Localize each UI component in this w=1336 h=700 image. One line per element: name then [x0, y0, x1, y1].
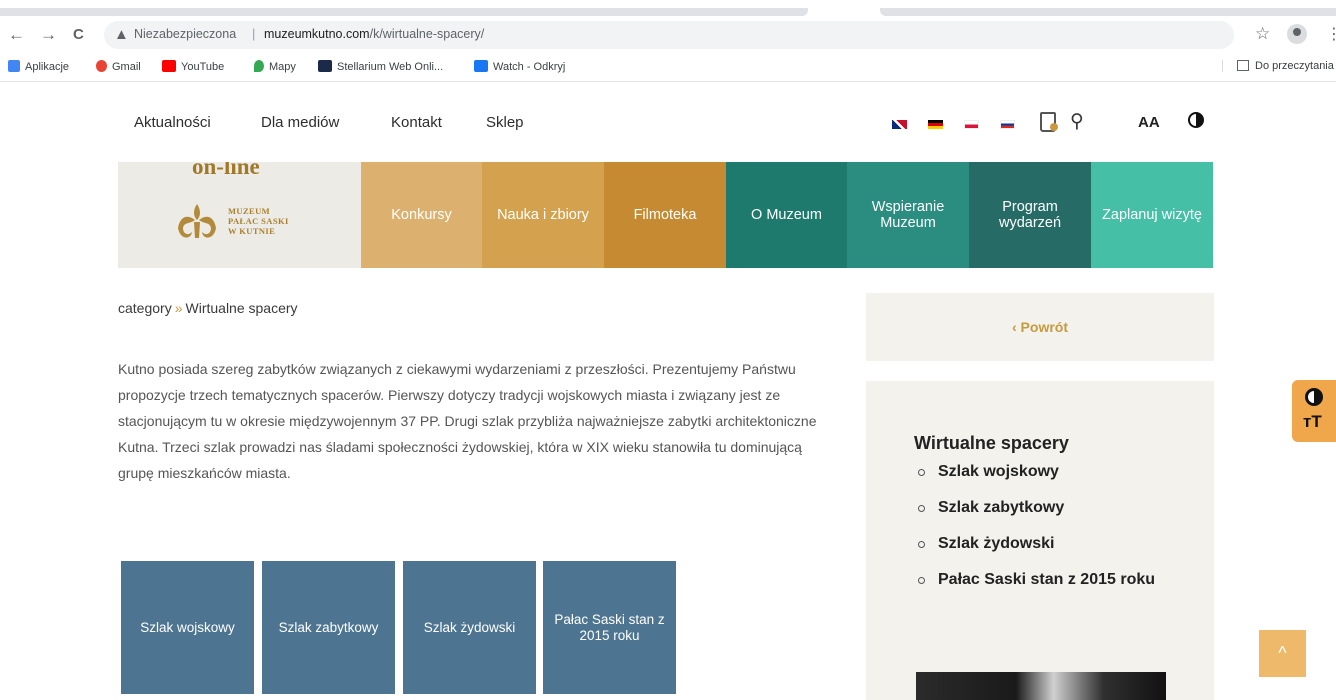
bookmark-youtube[interactable]: YouTube	[162, 60, 224, 73]
back-link[interactable]: ‹ Powrót	[1012, 319, 1068, 335]
reading-list[interactable]: Do przeczytania	[1222, 60, 1334, 72]
breadcrumb-separator: »	[174, 300, 183, 316]
bookmark-gmail[interactable]: Gmail	[96, 60, 141, 73]
url-separator: |	[252, 26, 256, 41]
back-link-box: ‹ Powrót	[866, 293, 1214, 361]
menu-filmoteka[interactable]: Filmoteka	[604, 162, 726, 268]
browser-toolbar: ← → C ▲ Niezabezpieczona | muzeumkutno.c…	[0, 16, 1336, 54]
bookmark-star-icon[interactable]: ☆	[1255, 24, 1270, 44]
facebook-icon	[474, 60, 488, 72]
sidebar-item-szlak-wojskowy[interactable]: Szlak wojskowy	[914, 461, 1174, 483]
profile-icon[interactable]	[1287, 24, 1307, 44]
forward-icon[interactable]: →	[40, 25, 57, 45]
nav-link-sklep[interactable]: Sklep	[486, 114, 524, 131]
sidebar-item-palac-saski[interactable]: Pałac Saski stan z 2015 roku	[914, 569, 1174, 591]
shopping-bag-icon[interactable]	[1040, 112, 1058, 132]
nav-link-kontakt[interactable]: Kontakt	[391, 114, 442, 131]
logo-online-text: on-line	[192, 162, 260, 179]
menu-zaplanuj-wizyte[interactable]: Zaplanuj wizytę	[1091, 162, 1213, 268]
site-logo[interactable]: on-line MUZEUM PAŁAC SASKI W KUTNIE	[118, 162, 361, 268]
browser-tab[interactable]	[880, 8, 1336, 16]
logo-emblem-icon	[178, 204, 216, 238]
bookmark-apps[interactable]: Aplikacje	[8, 60, 69, 73]
intro-paragraph: Kutno posiada szereg zabytków związanych…	[118, 361, 817, 481]
search-icon[interactable]: ⚲	[1070, 110, 1084, 133]
browser-menu-icon[interactable]: ⋮	[1326, 24, 1336, 44]
tab-strip	[0, 0, 1336, 16]
accessibility-widget: тT	[1292, 380, 1336, 442]
breadcrumb-root[interactable]: category	[118, 300, 172, 316]
url-host: muzeumkutno.com	[264, 27, 370, 41]
breadcrumb-current: Wirtualne spacery	[185, 300, 298, 316]
scroll-to-top-button[interactable]: ^	[1259, 630, 1306, 677]
reading-list-icon	[1237, 60, 1249, 71]
sidebar-list: Szlak wojskowy Szlak zabytkowy Szlak żyd…	[914, 461, 1174, 605]
menu-konkursy[interactable]: Konkursy	[361, 162, 482, 268]
bookmark-maps[interactable]: Mapy	[254, 60, 296, 73]
tile-szlak-zydowski[interactable]: Szlak żydowski	[403, 561, 536, 694]
sidebar-menu: Wirtualne spacery Szlak wojskowy Szlak z…	[866, 381, 1214, 700]
bookmark-watch[interactable]: Watch - Odkryj	[474, 60, 565, 73]
logo-text: MUZEUM PAŁAC SASKI W KUTNIE	[228, 206, 289, 236]
tile-palac-saski-2015[interactable]: Pałac Saski stan z 2015 roku	[543, 561, 676, 694]
nav-link-dla-mediow[interactable]: Dla mediów	[261, 114, 339, 131]
contrast-icon[interactable]	[1188, 112, 1204, 128]
tile-szlak-zabytkowy[interactable]: Szlak zabytkowy	[262, 561, 395, 694]
reload-icon[interactable]: C	[73, 25, 84, 45]
text-resize-icon[interactable]: тT	[1303, 412, 1322, 432]
browser-tab[interactable]	[0, 8, 808, 16]
stellarium-icon	[318, 60, 332, 72]
address-bar[interactable]: ▲ Niezabezpieczona | muzeumkutno.com/k/w…	[104, 21, 1234, 49]
maps-pin-icon	[254, 60, 264, 72]
bookmarks-bar: Aplikacje Gmail YouTube Mapy Stellarium …	[0, 54, 1336, 82]
security-label[interactable]: Niezabezpieczona	[134, 27, 236, 41]
warning-triangle-icon[interactable]: ▲	[114, 26, 129, 43]
url-text[interactable]: muzeumkutno.com/k/wirtualne-spacery/	[264, 27, 484, 41]
site-top-nav: Aktualności Dla mediów Kontakt Sklep ⚲ A…	[0, 82, 1336, 162]
sidebar-item-szlak-zydowski[interactable]: Szlak żydowski	[914, 533, 1174, 555]
sidebar-photo[interactable]	[916, 672, 1166, 700]
url-path: /k/wirtualne-spacery/	[369, 27, 485, 41]
bookmark-stellarium[interactable]: Stellarium Web Onli...	[318, 60, 443, 73]
menu-o-muzeum[interactable]: O Muzeum	[726, 162, 847, 268]
menu-program-wydarzen[interactable]: Program wydarzeń	[969, 162, 1091, 268]
de-flag-icon[interactable]	[928, 120, 943, 129]
menu-nauka-i-zbiory[interactable]: Nauka i zbiory	[482, 162, 604, 268]
tile-szlak-wojskowy[interactable]: Szlak wojskowy	[121, 561, 254, 694]
apps-grid-icon	[8, 60, 20, 72]
font-size-icon[interactable]: AA	[1138, 114, 1160, 131]
en-flag-icon[interactable]	[892, 120, 907, 129]
high-contrast-icon[interactable]	[1305, 388, 1323, 406]
sidebar-title: Wirtualne spacery	[914, 433, 1069, 453]
nav-link-aktualnosci[interactable]: Aktualności	[134, 114, 211, 131]
back-icon[interactable]: ←	[8, 25, 25, 45]
menu-wspieranie-muzeum[interactable]: Wspieranie Muzeum	[847, 162, 969, 268]
youtube-icon	[162, 60, 176, 72]
pl-flag-icon[interactable]	[964, 120, 979, 129]
google-icon	[96, 60, 107, 72]
chevron-up-icon: ^	[1278, 643, 1287, 663]
ru-flag-icon[interactable]	[1000, 120, 1015, 129]
sidebar-item-szlak-zabytkowy[interactable]: Szlak zabytkowy	[914, 497, 1174, 519]
breadcrumb: category» Wirtualne spacery	[118, 300, 298, 316]
